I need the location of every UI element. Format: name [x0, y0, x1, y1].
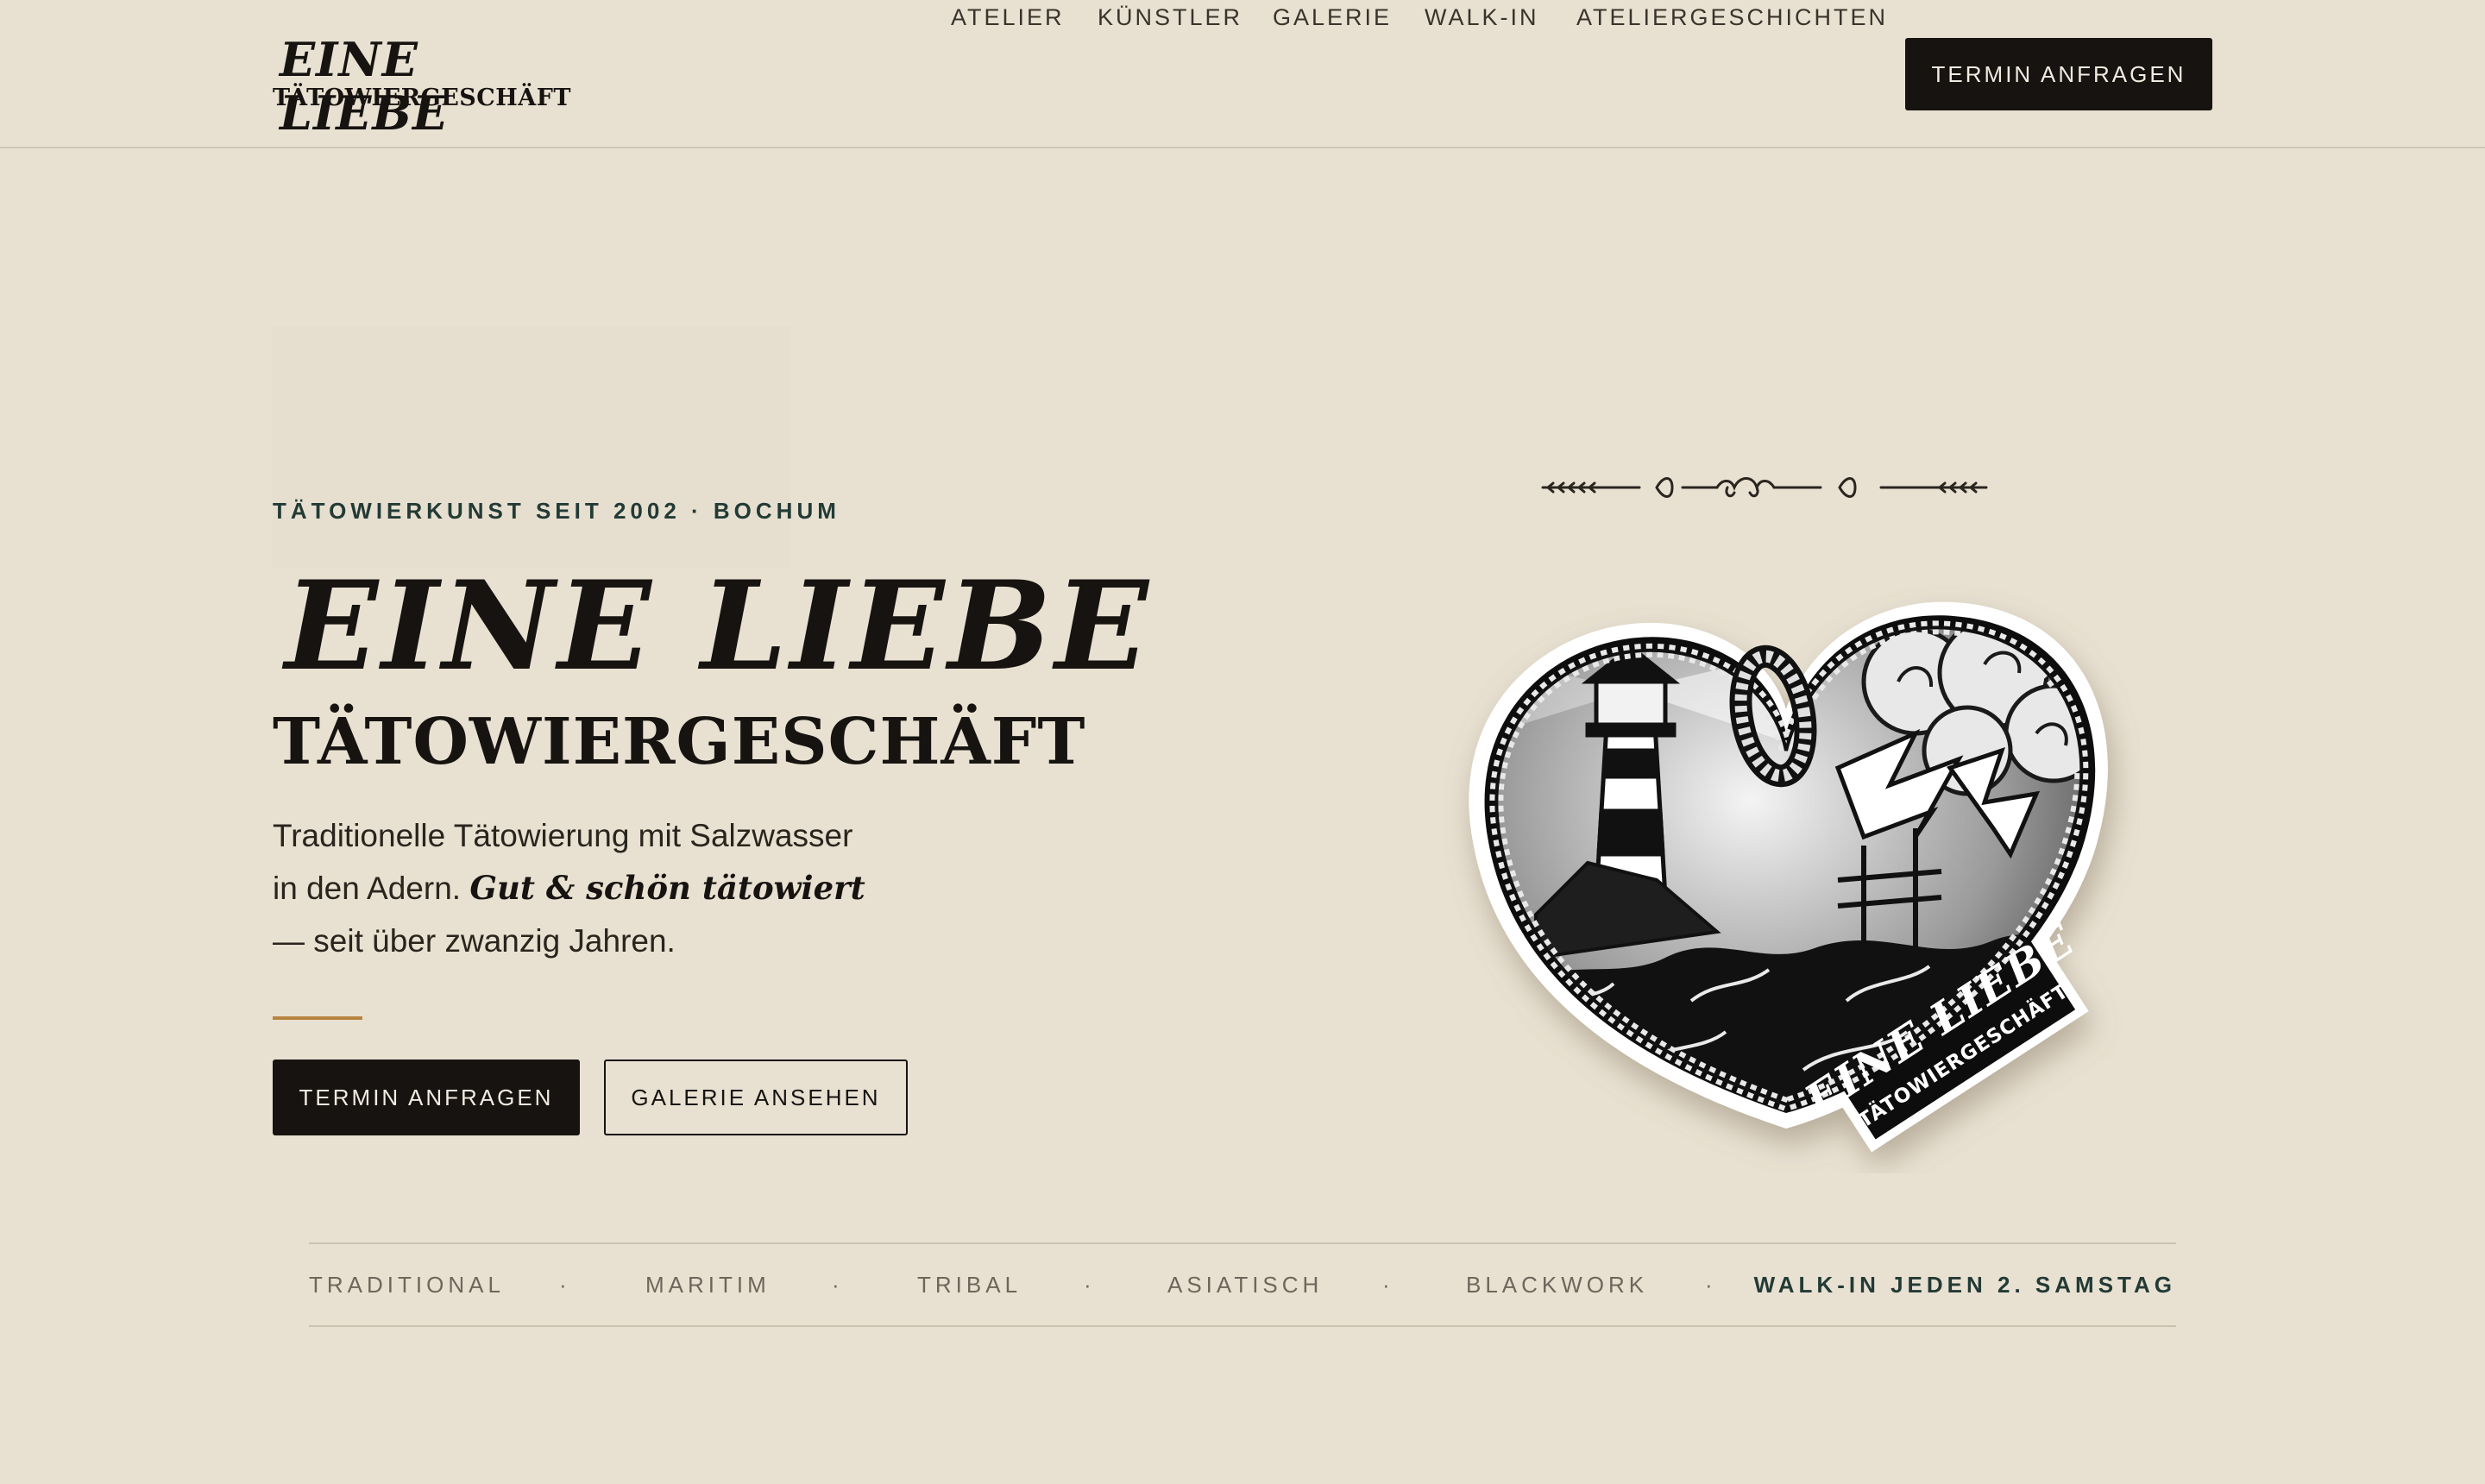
site-header: EINE LIEBE TÄTOWIERGESCHÄFT ATELIER KÜNS…: [0, 0, 2485, 148]
nav-item-atelier[interactable]: ATELIER: [951, 0, 1065, 35]
walk-in-highlight: WALK-IN JEDEN 2. SAMSTAG: [1753, 1272, 2176, 1298]
hero-title: EINE LIEBE: [285, 555, 1152, 698]
nav-item-kuenstler[interactable]: KÜNSTLER: [1098, 0, 1242, 35]
style-tag: TRIBAL: [917, 1272, 1022, 1298]
nav-item-galerie[interactable]: GALERIE: [1273, 0, 1392, 35]
strip-separator: ·: [832, 1272, 840, 1298]
style-tag: MARITIM: [645, 1272, 771, 1298]
style-tag: ASIATISCH: [1167, 1272, 1324, 1298]
hero-termin-button[interactable]: TERMIN ANFRAGEN: [273, 1060, 580, 1135]
nav-item-walk-in[interactable]: WALK-IN: [1425, 0, 1539, 35]
strip-separator: ·: [1705, 1272, 1713, 1298]
strip-separator: ·: [1382, 1272, 1390, 1298]
accent-divider: [273, 1016, 362, 1020]
hero-galerie-button[interactable]: GALERIE ANSEHEN: [604, 1060, 908, 1135]
strip-separator: ·: [1084, 1272, 1092, 1298]
hero-backdrop: [273, 326, 790, 568]
strip-separator: ·: [559, 1272, 567, 1298]
heart-lighthouse-badge-icon: EINE LIEBE TÄTOWIERGESCHÄFT: [1469, 601, 2108, 1153]
style-tag: TRADITIONAL: [309, 1272, 505, 1298]
site-logo[interactable]: EINE LIEBE TÄTOWIERGESCHÄFT: [273, 33, 571, 140]
hero-text-part2: — seit über zwanzig Jahren.: [273, 923, 676, 959]
hero-eyebrow: TÄTOWIERKUNST SEIT 2002 · BOCHUM: [273, 498, 840, 524]
hero-description: Traditionelle Tätowierung mit Salzwasser…: [273, 809, 877, 967]
styles-strip: TRADITIONAL · MARITIM · TRIBAL · ASIATIS…: [309, 1242, 2176, 1327]
header-termin-button[interactable]: TERMIN ANFRAGEN: [1905, 38, 2212, 110]
flourish-ornament-icon: [1541, 477, 1988, 498]
style-tag: BLACKWORK: [1466, 1272, 1649, 1298]
nav-item-ateliergeschichten[interactable]: ATELIERGESCHICHTEN: [1576, 0, 1888, 35]
hero-text-emphasis: Gut & schön tätowiert: [469, 869, 865, 907]
logo-subline: TÄTOWIERGESCHÄFT: [273, 85, 572, 111]
hero-subtitle: TÄTOWIERGESCHÄFT: [273, 705, 1086, 779]
